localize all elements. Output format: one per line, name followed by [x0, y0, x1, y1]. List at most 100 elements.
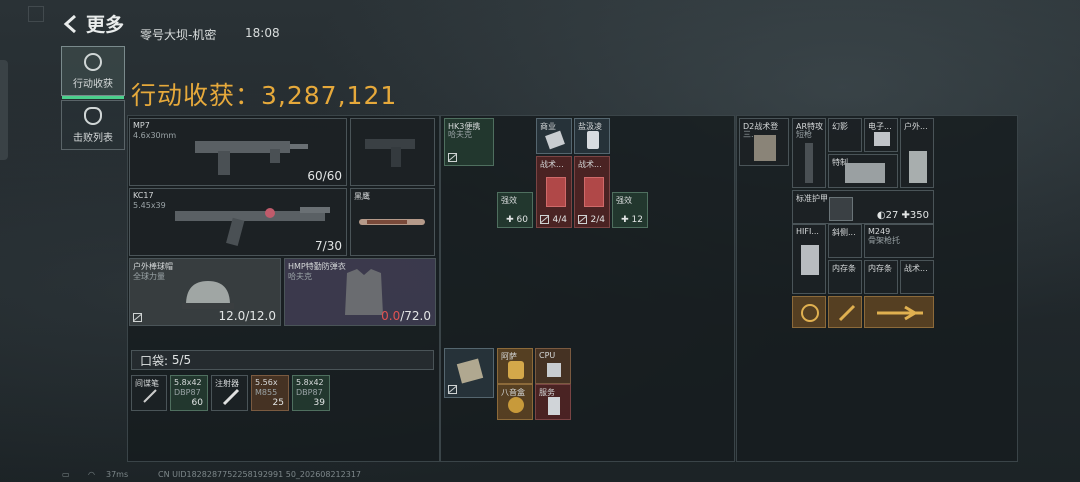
item-brand: 哈夫克: [288, 272, 312, 281]
item-count: 2/4: [590, 215, 605, 225]
syringe-icon: [222, 388, 240, 406]
item-count: ✚ 60: [506, 215, 528, 225]
item-sub: DBP87: [174, 388, 201, 397]
rig-item[interactable]: AR特攻 短枪: [792, 118, 826, 188]
compass-icon: [801, 304, 819, 322]
backpack-item[interactable]: [444, 348, 494, 398]
suppressor-icon: [805, 143, 813, 183]
item-name: KC17: [133, 191, 154, 200]
rig-item[interactable]: [792, 296, 826, 328]
backpack-item[interactable]: 商业: [536, 118, 572, 154]
map-name: 零号大坝-机密: [140, 28, 217, 42]
item-brand: 全球力量: [133, 272, 165, 281]
pocket-item[interactable]: 5.8x42 DBP87 60: [170, 375, 208, 411]
item-name: HIFI...: [796, 227, 819, 236]
mp7-gun-icon: [195, 141, 308, 175]
item-name: 幻影: [832, 122, 848, 131]
rig-item[interactable]: 户外...: [900, 118, 934, 188]
lock-icon: [578, 215, 587, 224]
dagger-icon: [838, 304, 856, 322]
item-count: 25: [272, 398, 284, 408]
backpack-item[interactable]: 阿萨: [497, 348, 533, 384]
pocket-item[interactable]: 5.56x M855 25: [251, 375, 289, 411]
backpack-item[interactable]: 服务: [535, 384, 571, 420]
rig-item[interactable]: M249 骨架枪托: [864, 224, 934, 258]
item-name: 内存条: [832, 264, 856, 273]
knife-icon: [359, 219, 425, 225]
rig-item[interactable]: 幻影: [828, 118, 862, 152]
item-name: 战术...: [578, 160, 602, 169]
tab-label: 行动收获: [73, 78, 113, 90]
skull-icon: [84, 106, 102, 125]
plate-icon: [845, 163, 885, 183]
rig-item[interactable]: 电子...: [864, 118, 898, 152]
item-name: 斜侧...: [832, 228, 856, 237]
pocket-count: 5/5: [171, 353, 192, 367]
backpack-item[interactable]: HK3便携 哈夫克: [444, 118, 494, 166]
item-name: CPU: [539, 351, 556, 360]
item-name: 强效: [616, 196, 632, 205]
item-name: 户外...: [904, 122, 928, 131]
rig-item[interactable]: 斜侧...: [828, 224, 862, 258]
rig-item[interactable]: 标准护甲 ◐27 ✚350: [792, 190, 934, 224]
weapon-slot-primary[interactable]: MP7 4.6x30mm 60/60: [129, 118, 347, 186]
backpack-item[interactable]: 盐汲凌: [574, 118, 610, 154]
armor-stats: ◐27 ✚350: [876, 210, 929, 221]
item-name: 战术...: [540, 160, 564, 169]
back-label: 更多: [86, 14, 125, 36]
pistol-slot[interactable]: [350, 118, 435, 186]
backpack-item[interactable]: CPU: [535, 348, 571, 384]
backpack-item[interactable]: 战术... 2/4: [574, 156, 610, 228]
bottle-icon: [587, 131, 599, 149]
pocket-item[interactable]: 注射器: [211, 375, 248, 411]
lock-icon: [540, 215, 549, 224]
rig-item[interactable]: 特制...: [828, 154, 898, 188]
rig-item[interactable]: 战术...: [900, 260, 934, 294]
side-handle[interactable]: [0, 60, 8, 160]
item-caliber: 4.6x30mm: [133, 131, 177, 140]
loot-value: 3,287,121: [261, 81, 398, 110]
item-name: 5.56x: [255, 378, 278, 387]
item-sub: 骨架枪托: [868, 236, 900, 245]
armor-value: 27: [885, 210, 899, 221]
tab-label: 击败列表: [73, 132, 113, 144]
pistol-icon: [365, 139, 415, 167]
rig-item[interactable]: [828, 296, 862, 328]
item-brand: 哈夫克: [448, 130, 472, 139]
medkit-icon: [546, 177, 566, 207]
rig-item[interactable]: D2战术登 三...: [739, 118, 789, 166]
item-name: MP7: [133, 121, 150, 130]
item-caliber: 5.45x39: [133, 201, 166, 210]
weapon-slot-secondary[interactable]: KC17 5.45x39 7/30: [129, 188, 347, 256]
melee-slot[interactable]: 黑鹰: [350, 188, 435, 256]
backpack-item[interactable]: 战术... 4/4: [536, 156, 572, 228]
music-box-icon: [508, 397, 524, 413]
item-sub: 短枪: [796, 130, 812, 139]
tab-kill-list[interactable]: 击败列表: [61, 100, 125, 150]
item-name: 5.8x42: [174, 378, 202, 387]
rig-item[interactable]: [864, 296, 934, 328]
wallet-icon: [456, 358, 484, 384]
active-indicator: [62, 96, 124, 99]
durability: 12.0/12.0: [218, 309, 276, 323]
item-name: 强效: [501, 196, 517, 205]
pocket-item[interactable]: 5.8x42 DBP87 39: [292, 375, 330, 411]
pocket-bar: 口袋: 5/5: [131, 350, 434, 370]
backpack-item[interactable]: 强效 ✚ 12: [612, 192, 648, 228]
item-name: 内存条: [868, 264, 892, 273]
item-sub: DBP87: [296, 388, 323, 397]
helmet-slot[interactable]: 户外棒球帽 全球力量 12.0/12.0: [129, 258, 281, 326]
target-icon: [84, 52, 102, 71]
back-button[interactable]: 更多: [62, 10, 124, 37]
rig-item[interactable]: 内存条: [828, 260, 862, 294]
item-name: 战术...: [904, 264, 928, 273]
pen-icon: [143, 389, 157, 403]
rig-item[interactable]: HIFI...: [792, 224, 826, 294]
backpack-item[interactable]: 强效 ✚ 60: [497, 192, 533, 228]
armor-slot[interactable]: HMP特勤防弹衣 哈夫克 0.0/72.0: [284, 258, 436, 326]
tab-action-loot[interactable]: 行动收获: [61, 46, 125, 99]
pocket-item[interactable]: 间谍笔: [131, 375, 167, 411]
rig-item[interactable]: 内存条: [864, 260, 898, 294]
backpack-item[interactable]: 八音盒: [497, 384, 533, 420]
durability-max: /72.0: [400, 309, 431, 323]
